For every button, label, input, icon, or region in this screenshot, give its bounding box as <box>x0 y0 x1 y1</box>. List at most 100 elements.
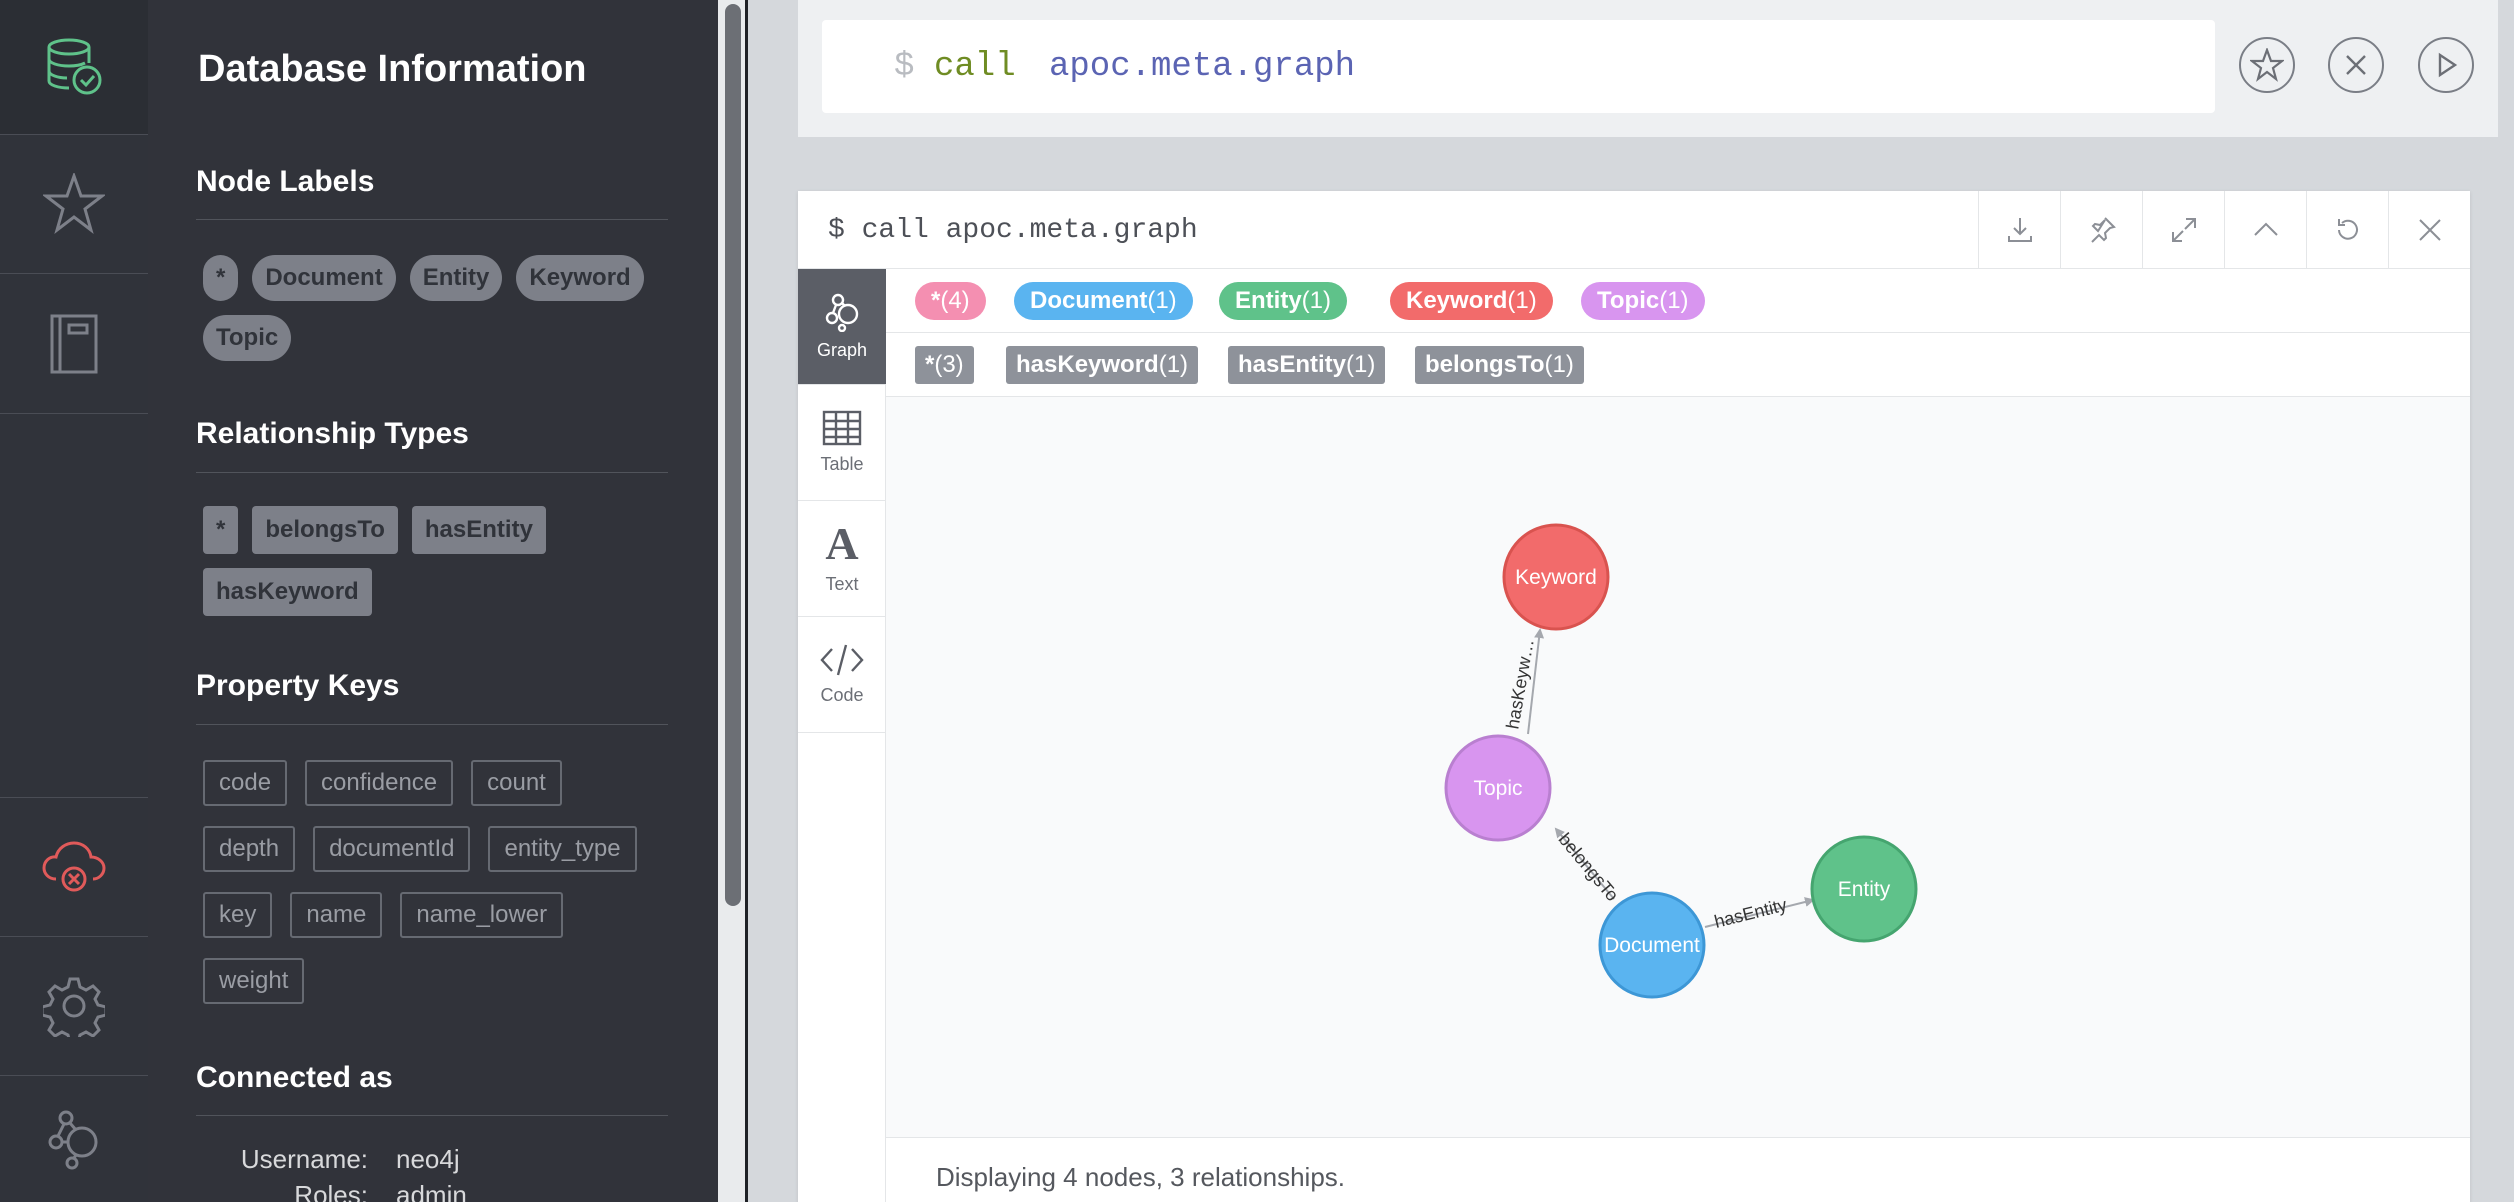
rel-type-chip-hasentity[interactable]: hasEntity <box>411 506 546 554</box>
node-label-chip-all[interactable]: * <box>203 255 239 301</box>
legend-rel-haskeyword[interactable]: hasKeyword(1) <box>1006 346 1199 384</box>
rel-type-chip-all[interactable]: * <box>203 506 239 554</box>
legend-node-keyword-count: (1) <box>1507 287 1537 314</box>
documents-tab[interactable] <box>0 274 148 414</box>
graph-canvas[interactable]: hasKeyw… belongsTo hasEntity Keyword Top… <box>886 397 2470 1137</box>
username-value: neo4j <box>396 1144 460 1174</box>
rel-type-chip-belongsto[interactable]: belongsTo <box>252 506 398 554</box>
legend-rel-all-count: (3) <box>934 351 964 378</box>
query-editor-bar: $ call apoc.meta.graph <box>798 0 2498 137</box>
favorite-query-button[interactable] <box>2239 37 2295 93</box>
node-label-chip-document[interactable]: Document <box>252 255 396 301</box>
query-editor-input[interactable]: $ call apoc.meta.graph <box>822 20 2215 113</box>
star-icon <box>2250 48 2284 82</box>
rel-type-chip-haskeyword[interactable]: hasKeyword <box>203 568 372 616</box>
node-keyword-label: Keyword <box>1515 566 1597 589</box>
chevron-up-icon <box>2253 222 2278 236</box>
legend-node-keyword-name: Keyword <box>1406 287 1508 314</box>
close-icon <box>2346 55 2366 75</box>
icon-sidebar <box>0 0 148 1202</box>
property-keys-heading: Property Keys <box>196 669 400 702</box>
fullscreen-button[interactable] <box>2142 191 2224 269</box>
legend-rel-all[interactable]: *(3) <box>915 346 974 384</box>
legend-rel-hasentity-count: (1) <box>1346 351 1376 378</box>
property-key-chip[interactable]: name <box>290 892 383 938</box>
book-icon <box>50 314 98 373</box>
legend-node-entity-name: Entity <box>1235 287 1302 314</box>
legend-rel-belongsto-name: belongsTo <box>1425 351 1545 378</box>
property-key-chip[interactable]: depth <box>203 826 296 872</box>
legend-node-document-count: (1) <box>1147 287 1177 314</box>
text-icon: A <box>825 518 859 569</box>
relationship-types-list: * belongsTo hasEntity hasKeyword <box>203 506 673 616</box>
tab-text[interactable]: A Text <box>798 501 886 617</box>
legend-rel-belongsto[interactable]: belongsTo(1) <box>1415 346 1584 384</box>
connected-as-heading: Connected as <box>196 1061 393 1094</box>
node-label-chip-keyword[interactable]: Keyword <box>516 255 644 301</box>
favorites-tab[interactable] <box>0 135 148 274</box>
editor-prompt: $ <box>894 48 915 86</box>
property-key-chip[interactable]: confidence <box>305 760 454 806</box>
run-query-button[interactable] <box>2418 37 2474 93</box>
property-key-chip[interactable]: name_lower <box>400 892 564 938</box>
status-bar: Displaying 4 nodes, 3 relationships. <box>886 1137 2470 1202</box>
editor-procedure: apoc.meta.graph <box>1049 48 1356 86</box>
node-topic-label: Topic <box>1473 777 1522 800</box>
close-frame-button[interactable] <box>2388 191 2470 269</box>
legend-node-all-count: (4) <box>940 287 970 314</box>
download-button[interactable] <box>1978 191 2060 269</box>
download-icon <box>2007 218 2032 242</box>
result-frame: $ call apoc.meta.graph Graph Table A Tex… <box>798 191 2470 1202</box>
collapse-button[interactable] <box>2224 191 2306 269</box>
view-tabs: Graph Table A Text Code <box>798 269 886 1202</box>
divider <box>196 724 668 725</box>
legend-node-keyword[interactable]: Keyword(1) <box>1390 282 1553 320</box>
legend-node-topic-name: Topic <box>1597 287 1660 314</box>
clear-query-button[interactable] <box>2328 37 2384 93</box>
property-key-chip[interactable]: entity_type <box>488 826 637 872</box>
tab-code[interactable]: Code <box>798 617 886 733</box>
frame-header: $ call apoc.meta.graph <box>798 191 2470 269</box>
star-icon <box>43 173 105 234</box>
node-document-label: Document <box>1604 934 1700 957</box>
legend-node-entity[interactable]: Entity(1) <box>1219 282 1348 320</box>
tab-table[interactable]: Table <box>798 385 886 501</box>
legend-rel-hasentity[interactable]: hasEntity(1) <box>1228 346 1386 384</box>
edge-label-belongs-to: belongsTo <box>1555 829 1623 905</box>
refresh-icon <box>2337 219 2358 240</box>
node-labels-heading: Node Labels <box>196 165 375 198</box>
settings-tab[interactable] <box>0 937 148 1076</box>
pin-button[interactable] <box>2060 191 2142 269</box>
property-key-chip[interactable]: documentId <box>313 826 471 872</box>
code-icon <box>820 644 864 676</box>
rerun-button[interactable] <box>2306 191 2388 269</box>
database-icon <box>47 38 102 95</box>
property-key-chip[interactable]: code <box>203 760 288 806</box>
database-tab[interactable] <box>0 0 148 135</box>
property-key-chip[interactable]: key <box>203 892 273 938</box>
play-icon <box>2438 52 2458 78</box>
property-keys-list: code confidence count depth documentId e… <box>203 760 673 1004</box>
legend-node-topic-count: (1) <box>1659 287 1689 314</box>
tab-table-label: Table <box>820 454 864 474</box>
legend-node-document[interactable]: Document(1) <box>1014 282 1193 320</box>
tab-graph[interactable]: Graph <box>798 269 886 385</box>
divider <box>196 1115 668 1116</box>
legend-node-entity-count: (1) <box>1301 287 1332 314</box>
roles-label: Roles: <box>294 1180 368 1202</box>
property-key-chip[interactable]: count <box>471 760 562 806</box>
node-label-chip-entity[interactable]: Entity <box>409 255 503 301</box>
relationship-type-legend: *(3) hasKeyword(1) hasEntity(1) belongsT… <box>886 333 2470 397</box>
property-key-chip[interactable]: weight <box>203 958 305 1004</box>
legend-node-topic[interactable]: Topic(1) <box>1581 282 1705 320</box>
drawer-title: Database Information <box>198 48 587 90</box>
node-label-chip-topic[interactable]: Topic <box>203 315 292 361</box>
legend-node-all[interactable]: *(4) <box>915 282 986 320</box>
connection-status-tab[interactable] <box>0 798 148 937</box>
drawer-scrollbar-thumb[interactable] <box>725 4 741 906</box>
database-info-drawer: Database Information Node Labels * Docum… <box>148 0 718 1202</box>
about-tab[interactable] <box>0 1076 148 1202</box>
sidebar-spacer <box>0 414 148 798</box>
frame-title[interactable]: $ call apoc.meta.graph <box>828 215 1198 246</box>
legend-rel-haskeyword-name: hasKeyword <box>1016 351 1159 378</box>
